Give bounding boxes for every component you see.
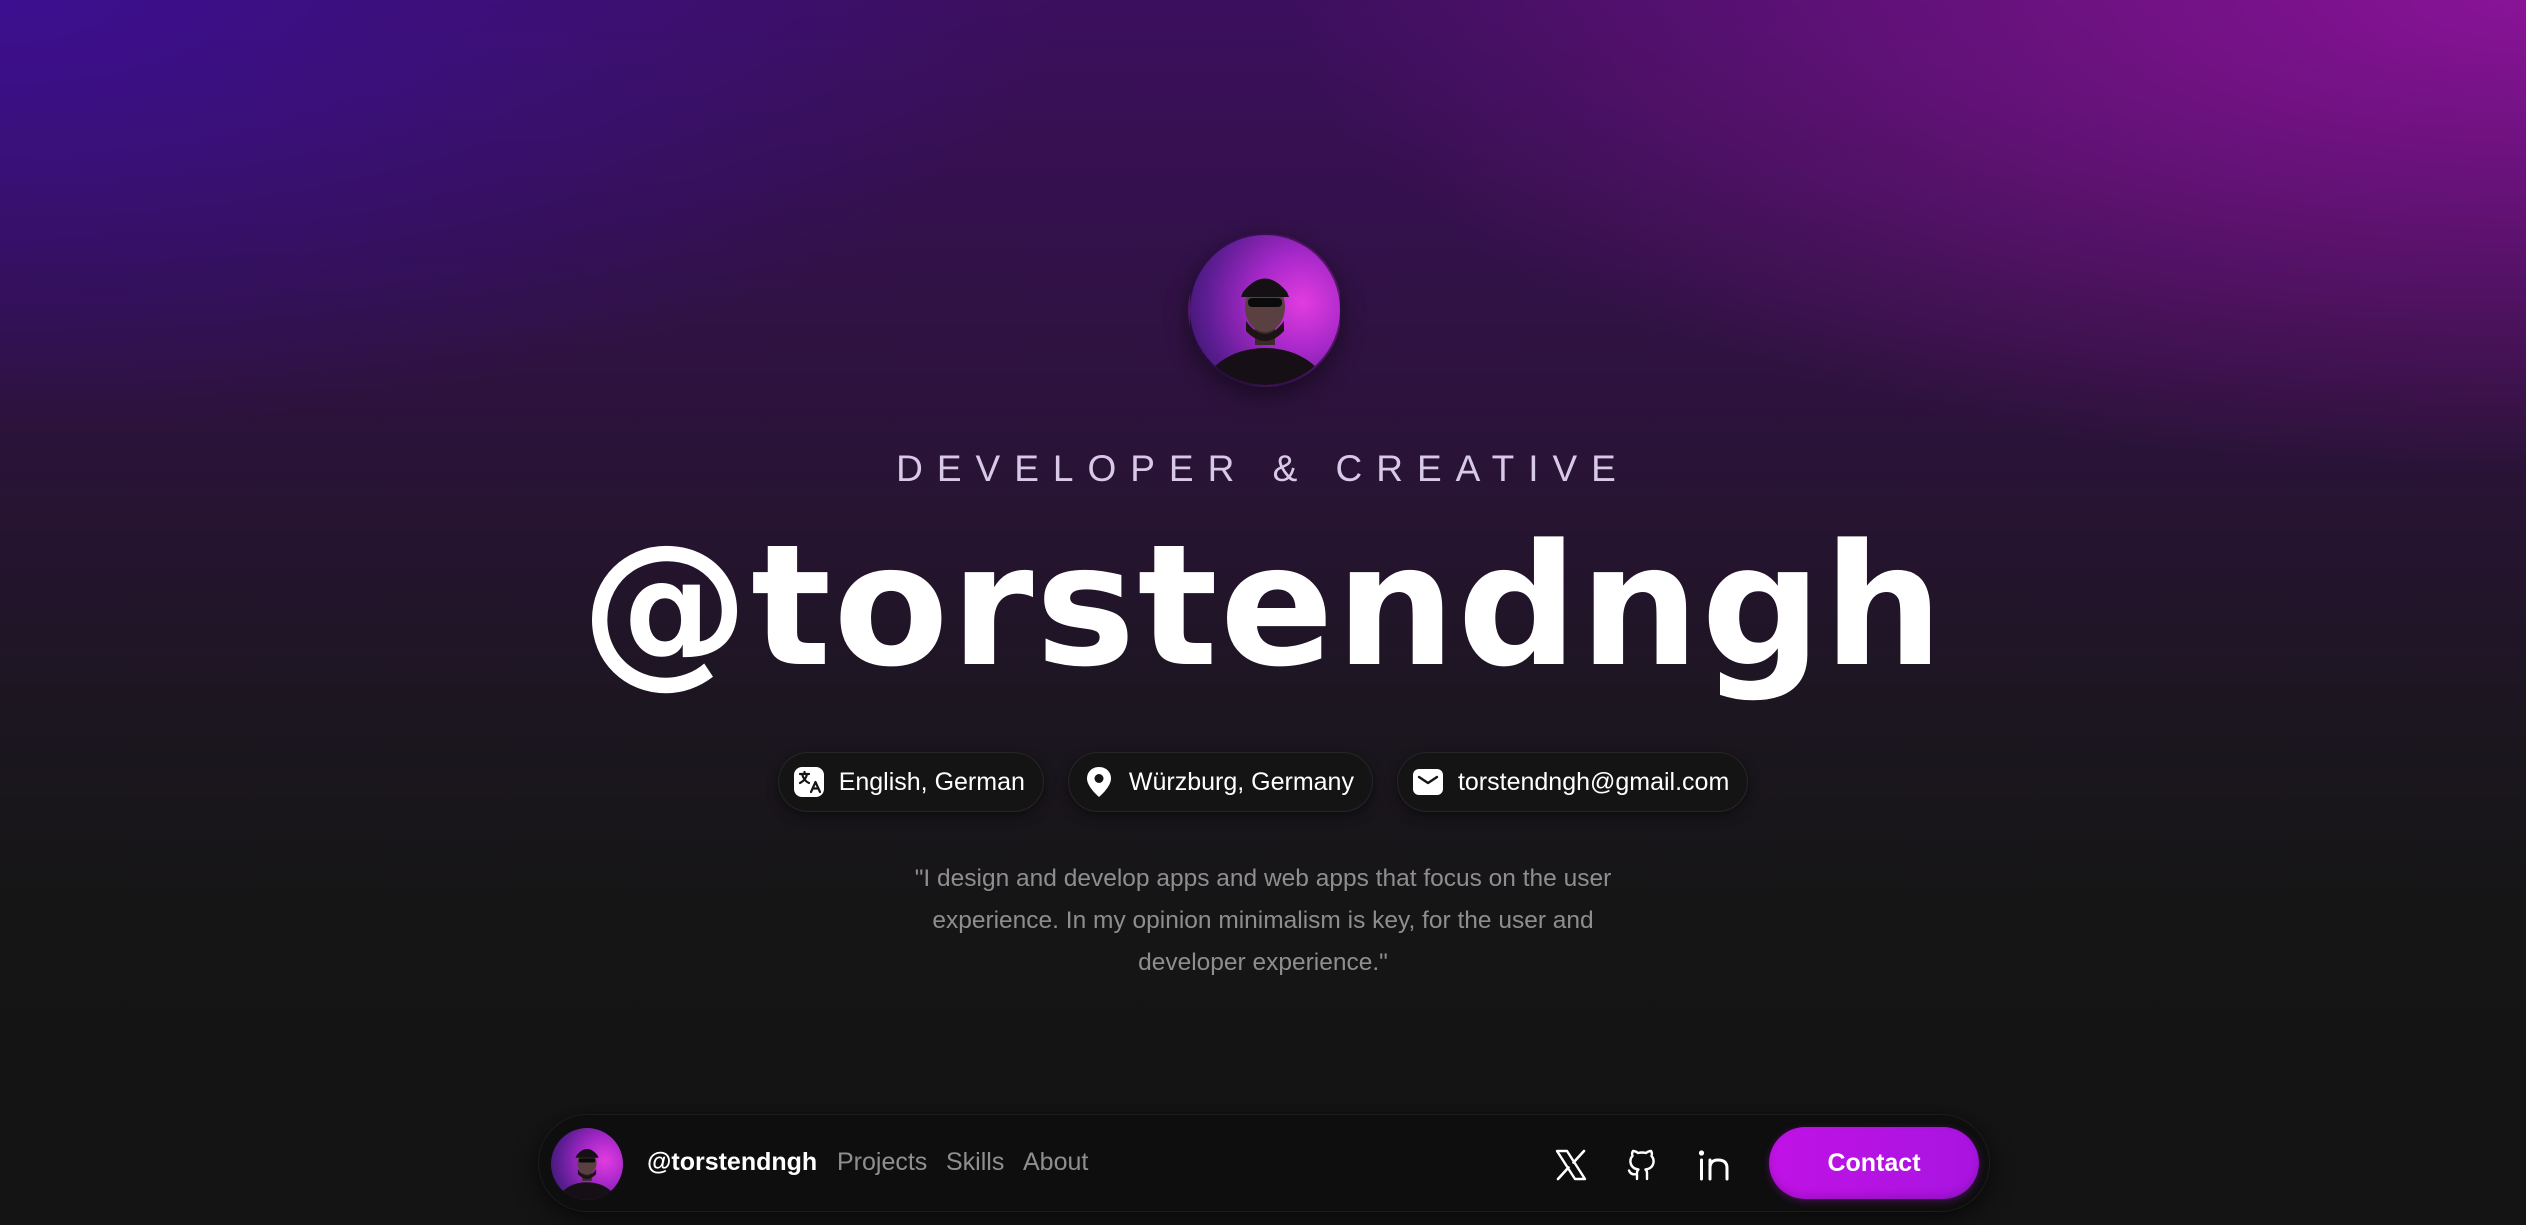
bio-quote: "I design and develop apps and web apps … [0, 858, 2526, 984]
email-label[interactable]: torstendngh@gmail.com [1458, 768, 1729, 797]
mail-icon [1410, 764, 1446, 800]
github-icon[interactable] [1622, 1145, 1662, 1185]
language-icon [791, 764, 827, 800]
location-chip: Würzburg, Germany [1067, 752, 1373, 812]
nav-handle-link[interactable]: @torstendngh [647, 1148, 817, 1177]
info-chips: English, German Würzburg, Germany torste… [0, 752, 2526, 812]
languages-chip: English, German [777, 752, 1044, 812]
languages-label: English, German [838, 767, 1025, 796]
nav-link-projects[interactable]: Projects [837, 1148, 927, 1177]
location-pin-icon [1081, 764, 1117, 800]
hero-subtitle: DEVELOPER & CREATIVE [896, 448, 1630, 489]
hero-handle-title: @torstendngh [580, 508, 1946, 704]
bio-quote-line-1: "I design and develop apps and web apps … [914, 865, 1612, 892]
linkedin-icon[interactable] [1694, 1145, 1734, 1185]
nav-link-skills[interactable]: Skills [946, 1148, 1004, 1177]
bio-quote-line-3: developer experience." [1138, 949, 1388, 976]
email-chip[interactable]: torstendngh@gmail.com [1396, 752, 1749, 812]
nav-link-about[interactable]: About [1023, 1148, 1088, 1177]
bio-quote-line-2: experience. In my opinion minimalism is … [932, 907, 1594, 934]
location-label: Würzburg, Germany [1128, 767, 1354, 796]
nav-avatar[interactable] [551, 1128, 623, 1200]
x-icon[interactable] [1551, 1145, 1591, 1185]
profile-avatar [1188, 233, 1342, 387]
contact-button[interactable]: Contact [1769, 1127, 1979, 1199]
bottom-navbar: @torstendngh Projects Skills About Conta… [538, 1114, 1990, 1212]
